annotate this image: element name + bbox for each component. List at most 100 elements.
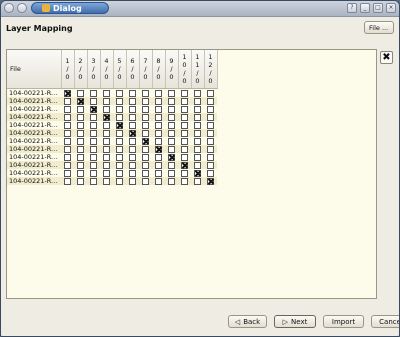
layer-checkbox[interactable] — [77, 105, 84, 113]
layer-checkbox[interactable] — [181, 105, 188, 113]
layer-checkbox[interactable] — [207, 161, 214, 169]
file-menu-button[interactable]: File ... — [364, 21, 394, 34]
layer-checkbox[interactable] — [103, 105, 110, 113]
layer-checkbox[interactable] — [155, 169, 162, 177]
layer-checkbox[interactable] — [77, 121, 84, 129]
back-button[interactable]: ◁ Back — [228, 315, 267, 328]
layer-checkbox[interactable] — [142, 177, 149, 185]
layer-checkbox[interactable] — [129, 105, 136, 113]
layer-checkbox[interactable] — [181, 153, 188, 161]
layer-checkbox[interactable] — [168, 121, 175, 129]
layer-checkbox[interactable] — [129, 97, 136, 105]
layer-checkbox[interactable] — [103, 145, 110, 153]
layer-checkbox[interactable] — [64, 177, 71, 185]
layer-checkbox[interactable] — [129, 137, 136, 145]
column-header-layer[interactable]: 9/0 — [165, 50, 179, 89]
layer-checkbox[interactable] — [129, 113, 136, 121]
layer-checkbox[interactable] — [129, 89, 136, 97]
layer-checkbox[interactable] — [116, 137, 123, 145]
layer-checkbox[interactable] — [168, 153, 175, 161]
layer-checkbox[interactable] — [207, 169, 214, 177]
layer-checkbox[interactable] — [64, 169, 71, 177]
layer-checkbox[interactable] — [116, 177, 123, 185]
column-header-layer[interactable]: 1 1/0 — [191, 50, 205, 89]
layer-checkbox[interactable] — [142, 137, 149, 145]
layer-checkbox[interactable] — [181, 145, 188, 153]
layer-checkbox[interactable] — [103, 161, 110, 169]
layer-checkbox[interactable] — [64, 97, 71, 105]
layer-checkbox[interactable] — [64, 89, 71, 97]
cancel-button[interactable]: Cancel — [371, 315, 399, 328]
column-header-layer[interactable]: 1 2/0 — [204, 50, 218, 89]
layer-checkbox[interactable] — [142, 113, 149, 121]
layer-checkbox[interactable] — [155, 177, 162, 185]
layer-checkbox[interactable] — [207, 177, 214, 185]
layer-checkbox[interactable] — [194, 177, 201, 185]
layer-checkbox[interactable] — [207, 137, 214, 145]
column-header-layer[interactable]: 6/0 — [126, 50, 140, 89]
layer-checkbox[interactable] — [155, 89, 162, 97]
column-header-layer[interactable]: 3/0 — [87, 50, 101, 89]
column-header-layer[interactable]: 1/0 — [61, 50, 75, 89]
column-header-layer[interactable]: 2/0 — [74, 50, 88, 89]
layer-checkbox[interactable] — [103, 177, 110, 185]
layer-checkbox[interactable] — [64, 153, 71, 161]
layer-checkbox[interactable] — [207, 121, 214, 129]
layer-checkbox[interactable] — [77, 137, 84, 145]
import-button[interactable]: Import — [323, 315, 364, 328]
layer-checkbox[interactable] — [181, 113, 188, 121]
layer-checkbox[interactable] — [129, 161, 136, 169]
layer-checkbox[interactable] — [64, 137, 71, 145]
layer-checkbox[interactable] — [103, 169, 110, 177]
layer-checkbox[interactable] — [155, 129, 162, 137]
layer-checkbox[interactable] — [142, 169, 149, 177]
layer-checkbox[interactable] — [207, 89, 214, 97]
layer-checkbox[interactable] — [90, 89, 97, 97]
layer-checkbox[interactable] — [194, 169, 201, 177]
layer-checkbox[interactable] — [142, 153, 149, 161]
column-header-file[interactable]: File — [7, 50, 62, 89]
layer-checkbox[interactable] — [194, 121, 201, 129]
layer-checkbox[interactable] — [181, 129, 188, 137]
layer-checkbox[interactable] — [155, 113, 162, 121]
layer-checkbox[interactable] — [168, 145, 175, 153]
layer-checkbox[interactable] — [129, 145, 136, 153]
layer-checkbox[interactable] — [168, 97, 175, 105]
layer-checkbox[interactable] — [181, 177, 188, 185]
layer-checkbox[interactable] — [194, 105, 201, 113]
close-icon[interactable]: ✖ — [380, 51, 393, 64]
layer-checkbox[interactable] — [181, 89, 188, 97]
layer-checkbox[interactable] — [77, 153, 84, 161]
layer-checkbox[interactable] — [77, 177, 84, 185]
layer-checkbox[interactable] — [207, 97, 214, 105]
layer-checkbox[interactable] — [168, 161, 175, 169]
layer-checkbox[interactable] — [168, 129, 175, 137]
layer-checkbox[interactable] — [155, 145, 162, 153]
layer-checkbox[interactable] — [64, 105, 71, 113]
column-header-layer[interactable]: 4/0 — [100, 50, 114, 89]
layer-checkbox[interactable] — [155, 161, 162, 169]
layer-checkbox[interactable] — [103, 137, 110, 145]
layer-checkbox[interactable] — [129, 177, 136, 185]
layer-checkbox[interactable] — [90, 145, 97, 153]
layer-checkbox[interactable] — [168, 89, 175, 97]
layer-checkbox[interactable] — [194, 113, 201, 121]
layer-checkbox[interactable] — [77, 145, 84, 153]
layer-checkbox[interactable] — [155, 153, 162, 161]
layer-checkbox[interactable] — [129, 121, 136, 129]
column-header-layer[interactable]: 5/0 — [113, 50, 127, 89]
layer-checkbox[interactable] — [64, 113, 71, 121]
layer-checkbox[interactable] — [90, 169, 97, 177]
layer-checkbox[interactable] — [181, 137, 188, 145]
layer-checkbox[interactable] — [181, 161, 188, 169]
layer-checkbox[interactable] — [207, 129, 214, 137]
layer-checkbox[interactable] — [90, 129, 97, 137]
column-header-layer[interactable]: 8/0 — [152, 50, 166, 89]
layer-checkbox[interactable] — [116, 97, 123, 105]
column-header-layer[interactable]: 1 0/0 — [178, 50, 192, 89]
maximize-icon[interactable]: □ — [373, 3, 383, 13]
layer-checkbox[interactable] — [103, 97, 110, 105]
layer-checkbox[interactable] — [116, 153, 123, 161]
layer-checkbox[interactable] — [207, 145, 214, 153]
layer-checkbox[interactable] — [77, 129, 84, 137]
